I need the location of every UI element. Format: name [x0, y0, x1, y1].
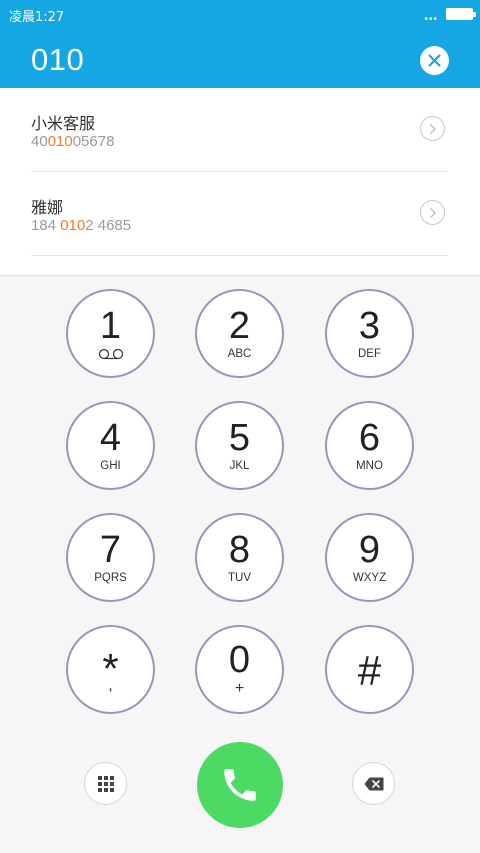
- key-digit: 2: [228, 305, 251, 347]
- status-bar: 凌晨1:27 •••: [0, 0, 480, 28]
- contact-number: 184 0102 4685: [31, 217, 131, 234]
- key-letters: ,: [108, 677, 113, 694]
- key-letters: WXYZ: [352, 572, 387, 584]
- key-digit: 1: [99, 305, 122, 347]
- contact-results-list: 小米客服 4001005678 雅娜 184 0102 4685: [0, 88, 480, 276]
- key-1[interactable]: 1: [66, 289, 155, 378]
- chevron-right-icon: [430, 208, 436, 218]
- key-letters: MNO: [356, 460, 383, 472]
- key-letters: DEF: [358, 348, 381, 360]
- call-button[interactable]: [197, 742, 283, 828]
- key-digit: #: [357, 647, 382, 694]
- key-5[interactable]: 5 JKL: [195, 401, 284, 490]
- contact-result[interactable]: 小米客服 4001005678: [31, 88, 448, 172]
- number-match-highlight: 010: [47, 133, 73, 150]
- dialer-header: 010: [0, 28, 480, 88]
- voicemail-icon: [98, 348, 124, 360]
- key-4[interactable]: 4 GHI: [66, 401, 155, 490]
- key-letters: ABC: [227, 348, 252, 360]
- close-icon: [428, 54, 441, 67]
- key-6[interactable]: 6 MNO: [325, 401, 414, 490]
- chevron-right-icon: [430, 124, 436, 134]
- key-letters: GHI: [100, 460, 121, 472]
- key-hash[interactable]: #: [325, 625, 414, 714]
- key-2[interactable]: 2 ABC: [195, 289, 284, 378]
- key-3[interactable]: 3 DEF: [325, 289, 414, 378]
- number-part: 184: [31, 217, 61, 234]
- keypad-toggle-button[interactable]: [84, 762, 127, 805]
- dialed-number: 010: [31, 42, 85, 77]
- key-8[interactable]: 8 TUV: [195, 513, 284, 602]
- key-letters: +: [234, 680, 245, 697]
- key-letters: PQRS: [94, 572, 127, 584]
- key-letters: TUV: [228, 572, 251, 584]
- key-digit: 6: [358, 417, 381, 459]
- contact-detail-button[interactable]: [420, 116, 445, 141]
- key-digit: 3: [358, 305, 381, 347]
- number-match-highlight: 010: [60, 217, 86, 234]
- key-0[interactable]: 0 +: [195, 625, 284, 714]
- key-digit: 7: [99, 529, 122, 571]
- key-digit: 5: [228, 417, 251, 459]
- contact-name: 小米客服: [31, 114, 96, 133]
- key-digit: 8: [228, 529, 251, 571]
- key-7[interactable]: 7 PQRS: [66, 513, 155, 602]
- dialpad-icon: [98, 776, 114, 792]
- key-star[interactable]: * ,: [66, 625, 155, 714]
- key-9[interactable]: 9 WXYZ: [325, 513, 414, 602]
- key-digit: 9: [358, 529, 381, 571]
- key-digit: 0: [228, 639, 251, 681]
- phone-icon: [224, 769, 256, 801]
- backspace-icon: [364, 777, 384, 791]
- backspace-button[interactable]: [352, 762, 395, 805]
- battery-icon: [446, 8, 476, 20]
- number-part: 05678: [72, 133, 115, 150]
- status-time: 凌晨1:27: [9, 10, 65, 25]
- key-digit: 4: [99, 417, 122, 459]
- contact-detail-button[interactable]: [420, 200, 445, 225]
- contact-name: 雅娜: [31, 198, 64, 217]
- key-letters: JKL: [229, 460, 250, 472]
- clear-number-button[interactable]: [420, 46, 449, 75]
- signal-dots-icon: •••: [424, 14, 438, 25]
- contact-result[interactable]: 雅娜 184 0102 4685: [31, 172, 448, 256]
- contact-number: 4001005678: [31, 133, 114, 150]
- number-part: 40: [31, 133, 48, 150]
- number-part: 2 4685: [85, 217, 132, 234]
